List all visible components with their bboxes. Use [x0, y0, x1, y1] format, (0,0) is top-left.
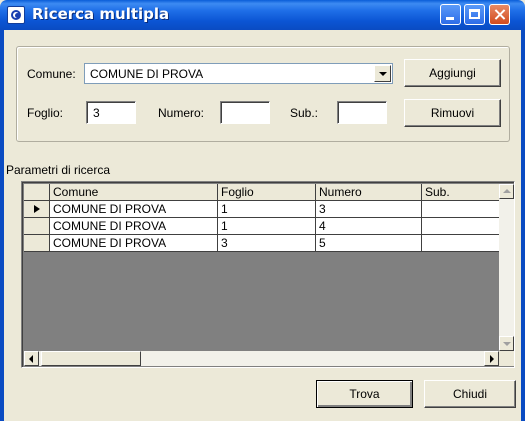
table-row[interactable]: COMUNE DI PROVA 3 5: [24, 235, 502, 252]
horizontal-scrollbar[interactable]: [24, 351, 499, 366]
rimuovi-button[interactable]: Rimuovi: [404, 99, 501, 127]
cell-foglio[interactable]: 1: [218, 201, 316, 218]
title-bar[interactable]: Ricerca multipla: [0, 0, 525, 30]
foglio-input-value: 3: [93, 106, 100, 120]
chiudi-button[interactable]: Chiudi: [424, 380, 516, 408]
cell-sub[interactable]: [422, 218, 502, 235]
comune-dropdown[interactable]: COMUNE DI PROVA: [84, 63, 393, 84]
grid-header-corner: [24, 184, 50, 201]
maximize-button[interactable]: [464, 4, 485, 25]
scroll-left-icon[interactable]: [24, 351, 39, 366]
cell-numero[interactable]: 4: [316, 218, 422, 235]
column-header-foglio[interactable]: Foglio: [218, 184, 316, 201]
window-title: Ricerca multipla: [32, 5, 170, 23]
window-border-left: [0, 30, 4, 421]
column-header-numero[interactable]: Numero: [316, 184, 422, 201]
row-selector[interactable]: [24, 218, 50, 235]
table-row[interactable]: COMUNE DI PROVA 1 4: [24, 218, 502, 235]
cell-comune[interactable]: COMUNE DI PROVA: [50, 235, 218, 252]
chevron-down-icon[interactable]: [374, 65, 391, 82]
cell-numero[interactable]: 5: [316, 235, 422, 252]
search-parameters-grid[interactable]: Comune Foglio Numero Sub. COMUNE DI PROV…: [21, 181, 515, 368]
scrollbar-corner: [499, 351, 514, 366]
cell-sub[interactable]: [422, 235, 502, 252]
horizontal-scroll-thumb[interactable]: [41, 351, 141, 366]
scroll-up-icon[interactable]: [499, 184, 514, 199]
comune-label: Comune:: [27, 67, 76, 81]
sub-input[interactable]: [337, 101, 387, 124]
grid-caption: Parametri di ricerca: [6, 163, 111, 177]
cell-foglio[interactable]: 3: [218, 235, 316, 252]
column-header-sub[interactable]: Sub.: [422, 184, 502, 201]
scroll-down-icon[interactable]: [499, 336, 514, 351]
current-row-arrow-icon: [34, 205, 40, 213]
cell-sub[interactable]: [422, 201, 502, 218]
numero-label: Numero:: [158, 106, 205, 120]
cell-foglio[interactable]: 1: [218, 218, 316, 235]
vertical-scrollbar[interactable]: [499, 184, 514, 351]
cell-numero[interactable]: 3: [316, 201, 422, 218]
close-window-button[interactable]: [489, 4, 510, 25]
minimize-button[interactable]: [440, 4, 461, 25]
row-selector[interactable]: [24, 201, 50, 218]
aggiungi-button[interactable]: Aggiungi: [404, 59, 501, 87]
grid-header-row: Comune Foglio Numero Sub.: [24, 184, 502, 201]
app-logo-icon[interactable]: [7, 6, 25, 24]
trova-button[interactable]: Trova: [316, 380, 413, 408]
row-selector[interactable]: [24, 235, 50, 252]
foglio-input[interactable]: 3: [86, 101, 136, 124]
cell-comune[interactable]: COMUNE DI PROVA: [50, 218, 218, 235]
foglio-label: Foglio:: [27, 106, 64, 120]
comune-dropdown-value: COMUNE DI PROVA: [90, 67, 204, 81]
table-row[interactable]: COMUNE DI PROVA 1 3: [24, 201, 502, 218]
numero-input[interactable]: [220, 101, 270, 124]
window-border-right: [521, 30, 525, 421]
sub-label: Sub.:: [290, 106, 319, 120]
scroll-right-icon[interactable]: [484, 351, 499, 366]
cell-comune[interactable]: COMUNE DI PROVA: [50, 201, 218, 218]
column-header-comune[interactable]: Comune: [50, 184, 218, 201]
